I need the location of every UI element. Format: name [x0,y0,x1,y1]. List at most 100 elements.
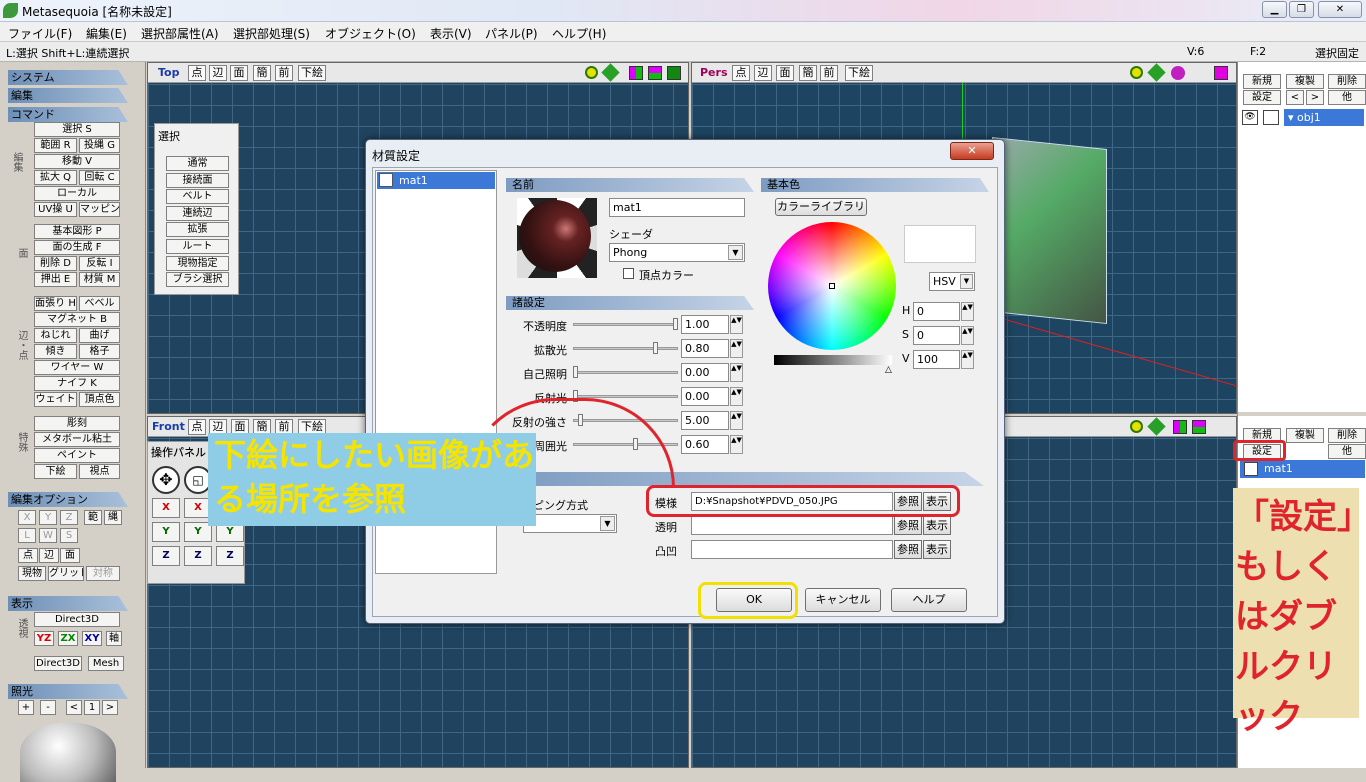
command-button[interactable]: 曲げ [79,328,120,343]
mode-toggle[interactable]: 点 [18,548,38,563]
map-show-button[interactable]: 表示 [923,540,951,559]
xy-button[interactable]: XY [82,631,102,646]
select-mode-4[interactable]: 拡張 [166,222,229,238]
minimize-button[interactable]: ▁ [1262,1,1287,18]
selection-lock[interactable]: 選択固定 [1315,45,1359,61]
object-delete-button[interactable]: 削除 [1328,74,1366,89]
display-header[interactable]: 表示 [8,596,128,611]
command-button[interactable]: 拡大 Q [34,170,77,185]
command-button[interactable]: 押出 E [34,272,77,287]
command-button[interactable]: マグネット B [34,312,120,327]
direct3d-toggle[interactable]: Direct3D [34,656,82,671]
lws-toggle[interactable]: L [18,528,36,543]
hsv-spinner[interactable]: ▲▼ [961,350,974,369]
object-settings-button[interactable]: 設定 [1243,90,1281,105]
select-mode-0[interactable]: 通常 [166,156,229,171]
map-path-input[interactable] [691,516,893,535]
param-spinner[interactable]: ▲▼ [730,411,743,430]
move-view-icon[interactable] [1147,417,1166,436]
param-slider-thumb[interactable] [653,342,658,354]
command-button[interactable]: 下絵 [34,464,77,479]
range-toggle[interactable]: 範 [84,510,102,525]
zoom-icon[interactable] [1130,420,1143,433]
command-button[interactable]: メタボール粘土 [34,432,120,447]
mode-toggle[interactable]: 面 [60,548,80,563]
axis-op-button[interactable]: X [152,498,180,518]
command-button[interactable]: 反転 I [79,256,120,271]
front-btn-vertex[interactable]: 点 [188,419,206,435]
menu-select-process[interactable]: 選択部処理(S) [233,25,310,42]
axis-toggle[interactable]: Y [39,510,57,525]
object-prev-button[interactable]: < [1286,90,1304,105]
object-row[interactable]: 👁 ▾ obj1 [1242,109,1364,127]
edit-options-header[interactable]: 編集オプション [8,492,128,507]
material-name-input[interactable]: mat1 [609,198,745,217]
light-control[interactable]: - [40,700,56,715]
move-view-icon[interactable] [1147,63,1166,82]
light-control[interactable]: 1 [84,700,100,715]
wire-mode-icon[interactable] [1192,420,1206,434]
object-copy-button[interactable]: 複製 [1286,74,1324,89]
param-slider-thumb[interactable] [673,318,678,330]
hsv-value[interactable]: 0 [913,326,960,345]
object-item[interactable]: ▾ obj1 [1284,109,1364,126]
command-button[interactable]: UV操 U [34,202,77,217]
material-item[interactable]: mat1 [1240,460,1365,478]
direct3d-button[interactable]: Direct3D [34,612,120,627]
symmetry-toggle[interactable]: 対称 [86,566,120,581]
select-mode-6[interactable]: 現物指定 [166,255,229,271]
object-other-button[interactable]: 他 [1328,90,1366,105]
edit-header[interactable]: 編集 [8,88,128,103]
top-btn-face[interactable]: 面 [230,65,248,81]
command-button[interactable]: ワイヤー W [34,360,120,375]
top-btn-simple[interactable]: 簡 [253,65,271,81]
command-button[interactable]: ねじれ [34,328,77,343]
chevron-down-icon[interactable]: ▼ [600,516,615,531]
vertex-color-checkbox[interactable] [623,268,634,279]
menu-view[interactable]: 表示(V) [430,25,472,42]
cancel-button[interactable]: キャンセル [805,588,881,612]
param-slider[interactable] [573,347,678,350]
menu-select-attr[interactable]: 選択部属性(A) [141,25,219,42]
light-control[interactable]: < [66,700,82,715]
axis-op-button[interactable]: Z [184,546,212,566]
maximize-button[interactable]: ❐ [1289,1,1314,18]
mapping-method-select[interactable]: ▼ [523,514,617,533]
command-button[interactable]: ローカル [34,186,120,201]
zx-button[interactable]: ZX [58,631,78,646]
mode-toggle[interactable]: 辺 [39,548,59,563]
param-spinner[interactable]: ▲▼ [730,435,743,454]
command-button[interactable]: 選択 S [34,122,120,137]
zoom-icon[interactable] [1130,66,1143,79]
top-btn-underlay[interactable]: 下絵 [298,65,326,81]
axis-op-button[interactable]: Z [216,546,244,566]
param-spinner[interactable]: ▲▼ [730,363,743,382]
close-button[interactable]: ✕ [1318,1,1362,18]
light-control[interactable]: > [102,700,118,715]
hsv-spinner[interactable]: ▲▼ [961,326,974,345]
pers-btn-underlay[interactable]: 下絵 [845,65,873,81]
axis-toggle[interactable]: X [18,510,36,525]
light-control[interactable]: + [18,700,34,715]
select-mode-3[interactable]: 連続辺 [166,205,229,221]
command-button[interactable]: マッピング [79,202,120,217]
value-gradient-bar[interactable] [774,355,892,365]
command-button[interactable]: 面張り H [34,296,77,311]
param-spinner[interactable]: ▲▼ [730,339,743,358]
color-library-button[interactable]: カラーライブラリ [775,198,867,216]
hsv-value[interactable]: 0 [913,302,960,321]
menu-panel[interactable]: パネル(P) [485,25,538,42]
select-mode-1[interactable]: 接続面 [166,172,229,188]
value-marker-icon[interactable]: △ [885,365,892,375]
help-button[interactable]: ヘルプ [891,588,967,612]
select-mode-2[interactable]: ベルト [166,189,229,205]
command-button[interactable]: 範囲 R [34,138,77,153]
menu-edit[interactable]: 編集(E) [86,25,127,42]
wire-mode-icon[interactable] [648,66,662,80]
map-browse-button[interactable]: 参照 [894,540,922,559]
top-btn-front[interactable]: 前 [275,65,293,81]
param-slider[interactable] [573,323,678,326]
param-slider-thumb[interactable] [573,366,578,378]
eye-icon[interactable]: 👁 [1242,110,1258,125]
command-button[interactable]: ペイント [34,448,120,463]
